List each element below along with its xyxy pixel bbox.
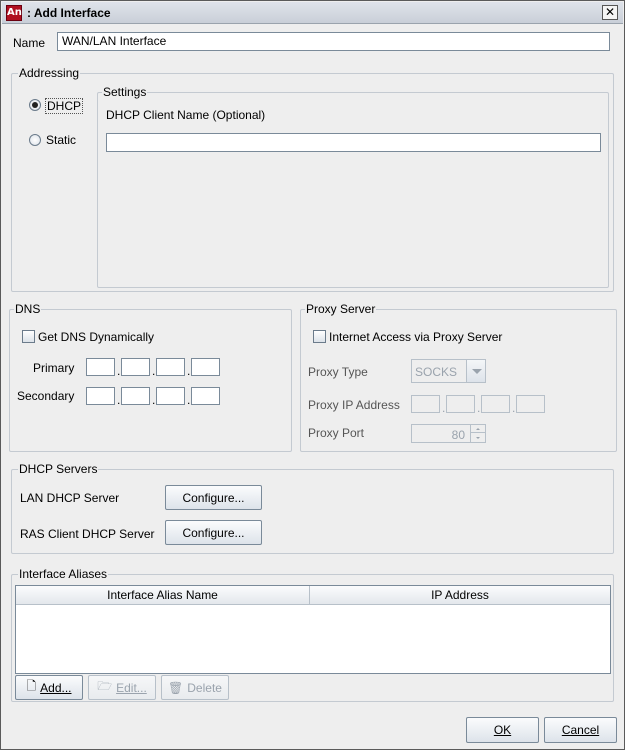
- settings-group: Settings DHCP Client Name (Optional): [97, 85, 609, 288]
- ras-client-dhcp-server-label: RAS Client DHCP Server: [20, 527, 155, 541]
- edit-alias-button[interactable]: 🗁 Edit...: [88, 675, 156, 700]
- add-alias-button[interactable]: 🗋 Add...: [15, 675, 83, 700]
- ip-dot: .: [187, 364, 191, 378]
- close-button[interactable]: ✕: [602, 5, 618, 20]
- addressing-group: Addressing DHCP Static Settings DHCP Cli…: [11, 66, 614, 292]
- chevron-down-icon[interactable]: [466, 360, 485, 382]
- proxy-port-spinner[interactable]: 80: [411, 424, 486, 443]
- primary-dns-label: Primary: [33, 361, 75, 375]
- spinner-up-icon[interactable]: [471, 425, 485, 433]
- spinner-down-icon[interactable]: [471, 434, 485, 442]
- proxy-type-value: SOCKS: [415, 365, 458, 379]
- primary-dns-octet-4[interactable]: [191, 358, 220, 376]
- dhcp-client-name-label: DHCP Client Name (Optional): [106, 108, 266, 122]
- proxy-ip-octet-2[interactable]: [446, 395, 475, 413]
- ip-dot: .: [187, 393, 191, 407]
- get-dns-dynamically-label[interactable]: Get DNS Dynamically: [38, 330, 154, 344]
- proxy-ip-address-label: Proxy IP Address: [308, 398, 400, 412]
- dhcp-servers-group-label: DHCP Servers: [18, 462, 99, 476]
- ok-button[interactable]: OK: [466, 717, 539, 743]
- primary-dns-octet-1[interactable]: [86, 358, 115, 376]
- proxy-server-group-label: Proxy Server: [305, 302, 377, 316]
- internet-access-proxy-label[interactable]: Internet Access via Proxy Server: [329, 330, 502, 344]
- interface-aliases-group-label: Interface Aliases: [18, 567, 109, 581]
- edit-alias-label: Edit...: [116, 680, 147, 695]
- settings-group-label: Settings: [102, 85, 148, 99]
- proxy-ip-octet-3[interactable]: [481, 395, 510, 413]
- proxy-type-select[interactable]: SOCKS: [411, 359, 486, 383]
- dhcp-client-name-input[interactable]: [106, 133, 601, 152]
- add-document-icon: 🗋: [26, 679, 37, 693]
- ras-dhcp-configure-button[interactable]: Configure...: [165, 520, 262, 545]
- proxy-server-group: Proxy Server Internet Access via Proxy S…: [300, 302, 617, 452]
- dhcp-radio-label[interactable]: DHCP: [45, 98, 84, 114]
- ip-dot: .: [117, 364, 121, 378]
- proxy-ip-octet-1[interactable]: [411, 395, 440, 413]
- secondary-dns-octet-1[interactable]: [86, 387, 115, 405]
- ip-dot: .: [152, 393, 156, 407]
- secondary-dns-label: Secondary: [17, 389, 75, 403]
- proxy-port-value: 80: [451, 428, 465, 442]
- ip-dot: .: [117, 393, 121, 407]
- window-title: : Add Interface: [27, 6, 111, 20]
- name-input[interactable]: WAN/LAN Interface: [57, 32, 610, 51]
- primary-dns-octet-2[interactable]: [121, 358, 150, 376]
- app-logo-icon: An: [6, 5, 22, 21]
- secondary-dns-octet-2[interactable]: [121, 387, 150, 405]
- static-radio[interactable]: [29, 134, 41, 146]
- proxy-port-label: Proxy Port: [308, 426, 365, 440]
- delete-alias-button[interactable]: 🗑 Delete: [161, 675, 229, 700]
- secondary-dns-octet-4[interactable]: [191, 387, 220, 405]
- ok-button-label: OK: [493, 723, 512, 737]
- dhcp-servers-group: DHCP Servers LAN DHCP Server Configure..…: [11, 462, 614, 554]
- lan-dhcp-server-label: LAN DHCP Server: [20, 491, 120, 505]
- interface-aliases-table[interactable]: Interface Alias Name IP Address: [15, 585, 611, 674]
- column-header-ip-address[interactable]: IP Address: [310, 586, 610, 605]
- ip-dot: .: [442, 401, 446, 415]
- ip-dot: .: [152, 364, 156, 378]
- ip-dot: .: [512, 401, 516, 415]
- name-label: Name: [13, 36, 46, 50]
- cancel-button-label: Cancel: [561, 723, 600, 737]
- add-alias-label: Add...: [40, 680, 72, 695]
- proxy-type-label: Proxy Type: [308, 365, 368, 379]
- delete-alias-label: Delete: [187, 680, 222, 695]
- interface-aliases-group: Interface Aliases Interface Alias Name I…: [11, 567, 614, 702]
- dns-group-label: DNS: [14, 302, 42, 316]
- close-icon: ✕: [604, 5, 616, 19]
- internet-access-proxy-checkbox[interactable]: [313, 330, 326, 343]
- trash-icon: 🗑: [168, 680, 184, 695]
- column-header-alias-name[interactable]: Interface Alias Name: [16, 586, 310, 605]
- dhcp-radio[interactable]: [29, 99, 41, 111]
- lan-dhcp-configure-button[interactable]: Configure...: [165, 485, 262, 510]
- proxy-ip-octet-4[interactable]: [516, 395, 545, 413]
- get-dns-dynamically-checkbox[interactable]: [22, 330, 35, 343]
- static-radio-label[interactable]: Static: [46, 133, 76, 147]
- folder-open-icon: 🗁: [97, 679, 113, 693]
- dns-group: DNS Get DNS Dynamically Primary . . . Se…: [9, 302, 292, 452]
- spinner-buttons: [470, 425, 485, 442]
- primary-dns-octet-3[interactable]: [156, 358, 185, 376]
- add-interface-dialog: An : Add Interface ✕ Name WAN/LAN Interf…: [0, 0, 625, 750]
- secondary-dns-octet-3[interactable]: [156, 387, 185, 405]
- cancel-button[interactable]: Cancel: [544, 717, 617, 743]
- ip-dot: .: [477, 401, 481, 415]
- title-bar[interactable]: An : Add Interface ✕: [2, 2, 623, 24]
- addressing-group-label: Addressing: [18, 66, 81, 80]
